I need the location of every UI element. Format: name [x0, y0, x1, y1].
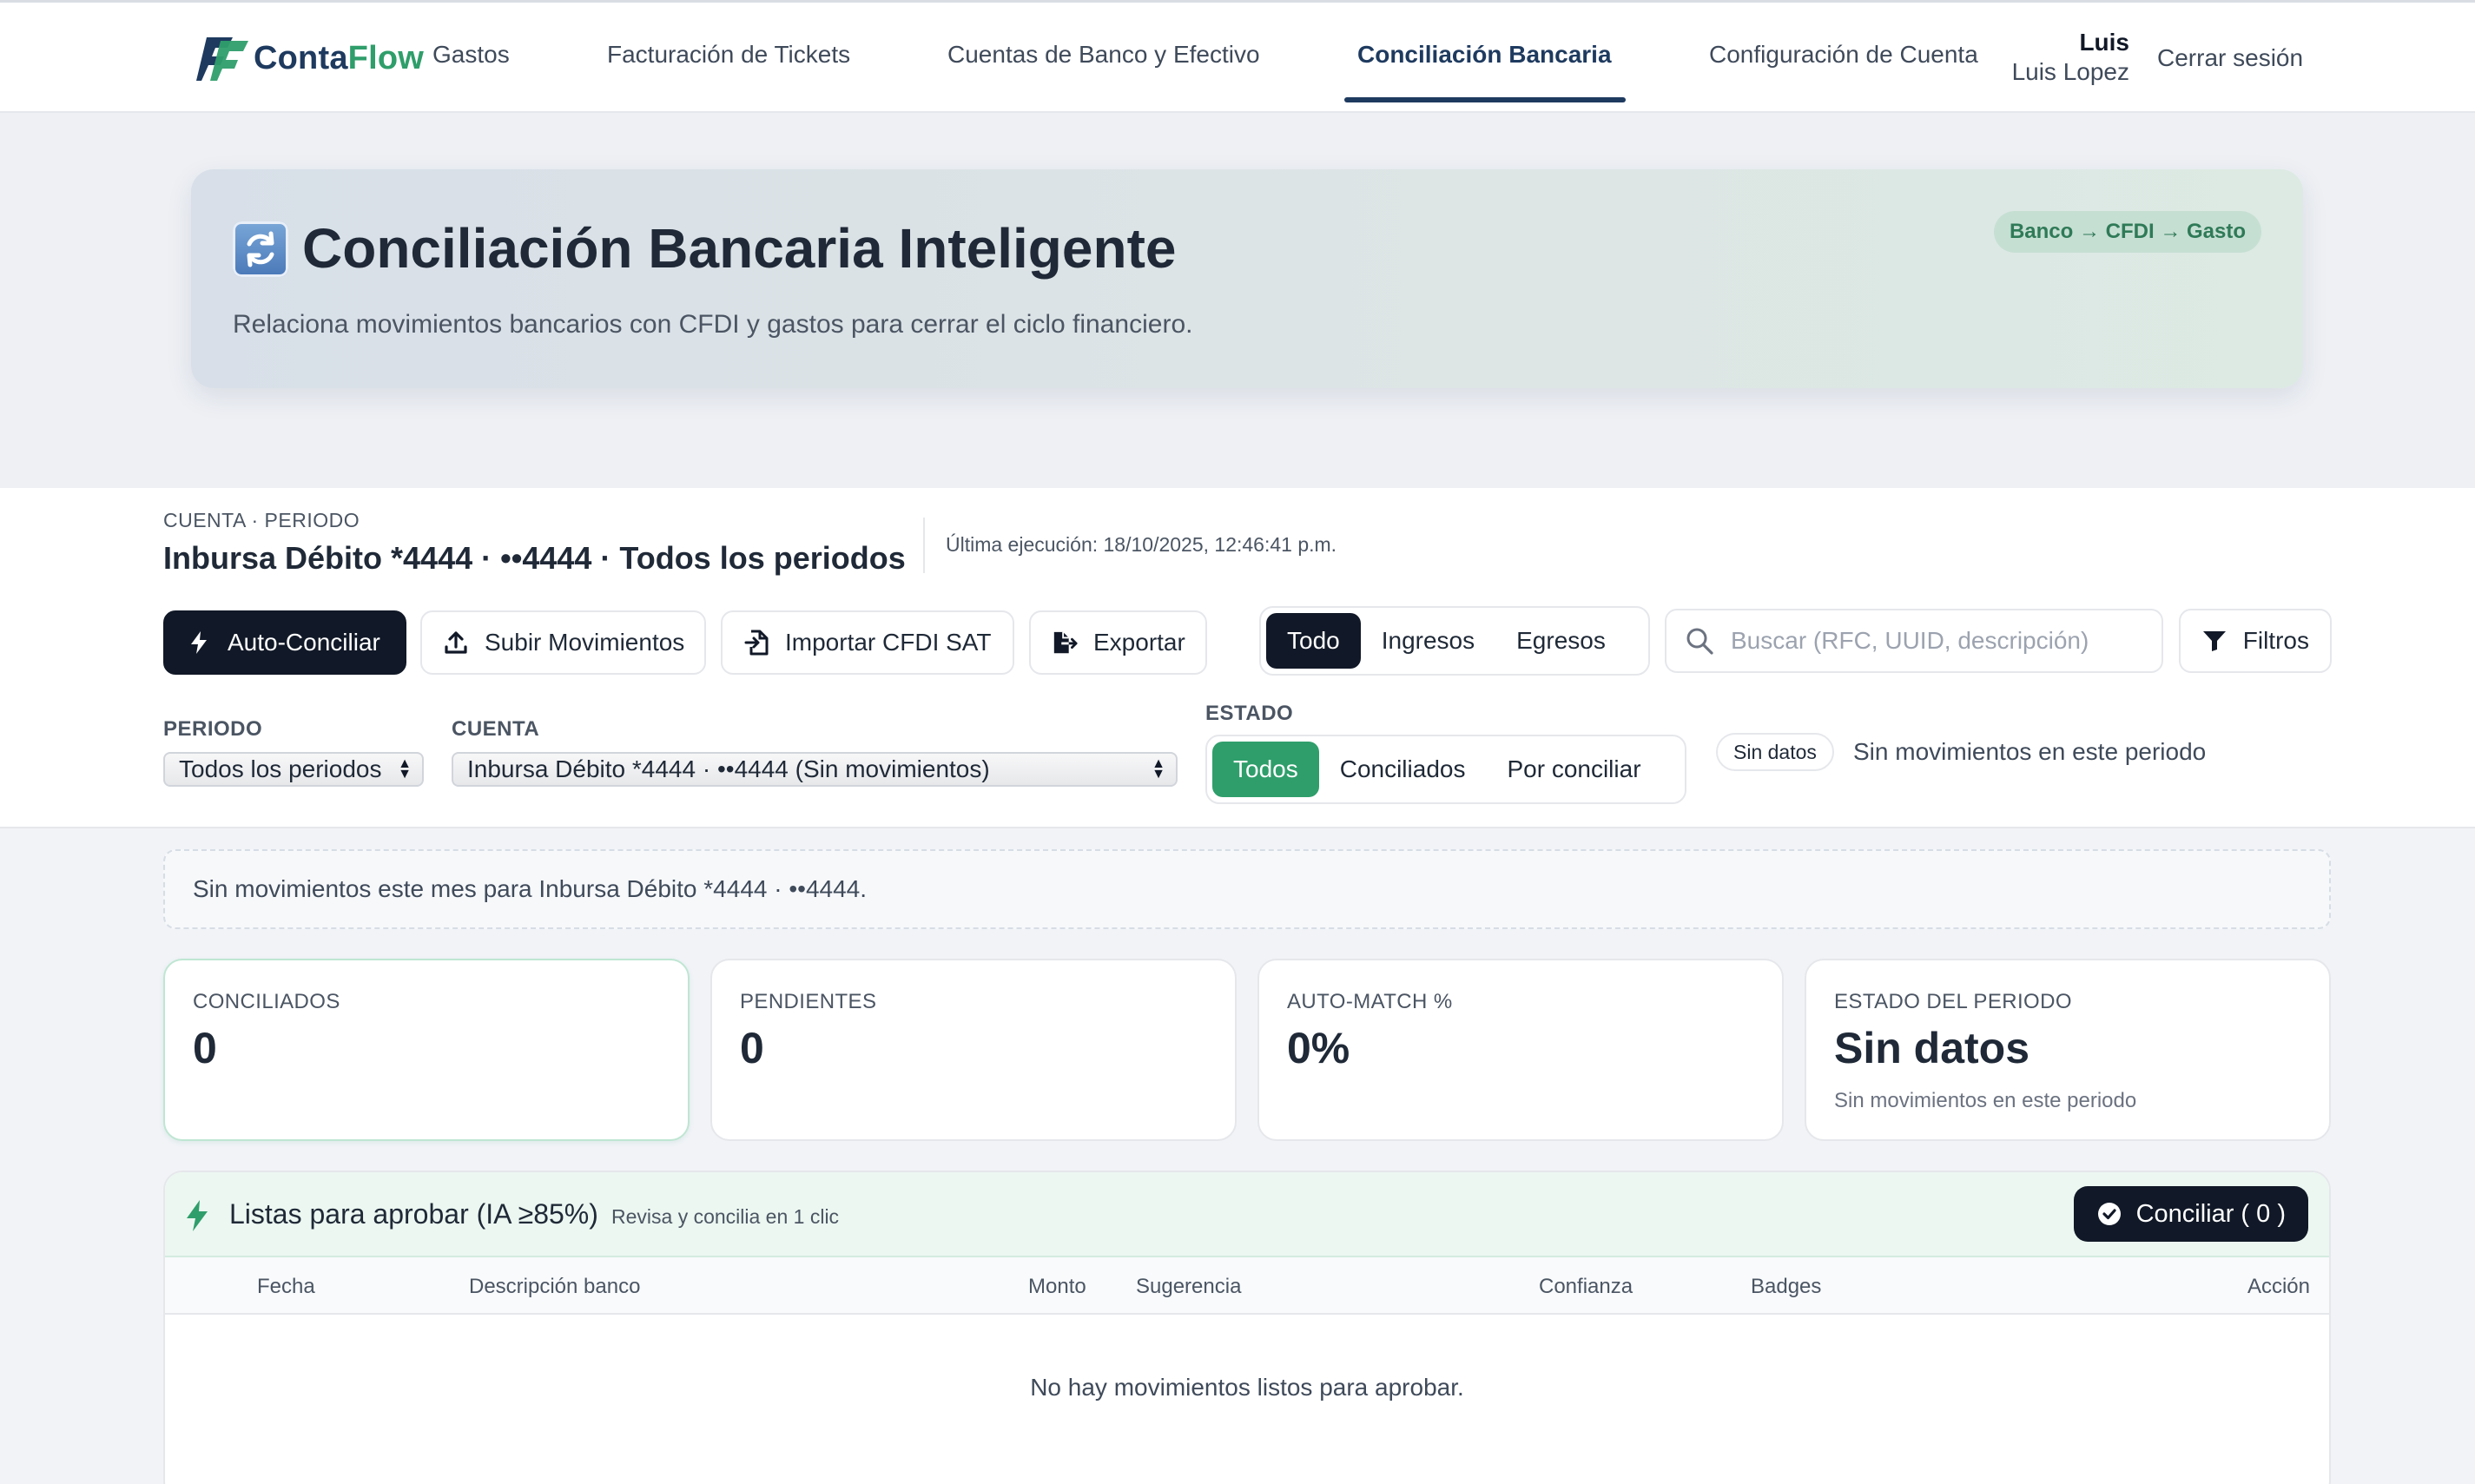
- status-badge: Sin datos: [1716, 733, 1834, 771]
- estado-filter-por-conciliar[interactable]: Por conciliar: [1486, 742, 1661, 797]
- column-header-descripcion[interactable]: Descripción banco: [469, 1275, 640, 1299]
- search-box: [1665, 609, 2163, 673]
- cuenta-select-value: Inbursa Débito *4444 · ••4444 (Sin movim…: [467, 755, 990, 782]
- nav-facturacion-tickets[interactable]: Facturación de Tickets: [607, 41, 850, 69]
- bolt-icon: [184, 1198, 214, 1233]
- stat-label: PENDIENTES: [740, 990, 877, 1013]
- filter-icon: [2201, 628, 2228, 654]
- cuenta-label: CUENTA: [452, 717, 540, 741]
- type-filter-ingresos[interactable]: Ingresos: [1361, 613, 1495, 669]
- stat-label: CONCILIADOS: [193, 990, 340, 1013]
- user-first-name: Luis: [2079, 29, 2129, 56]
- type-filter-egresos[interactable]: Egresos: [1495, 613, 1627, 669]
- top-navigation: ContaFlow Gastos Facturación de Tickets …: [0, 0, 2475, 113]
- page-subtitle: Relaciona movimientos bancarios con CFDI…: [233, 310, 1193, 339]
- nav-gastos[interactable]: Gastos: [432, 41, 510, 69]
- periodo-select-value: Todos los periodos: [179, 755, 382, 782]
- stat-value: 0: [193, 1024, 217, 1072]
- stat-label: ESTADO DEL PERIODO: [1834, 990, 2072, 1013]
- exportar-button[interactable]: Exportar: [1029, 610, 1207, 675]
- select-arrows-icon: ▲ ▼: [1152, 756, 1165, 782]
- status-text: Sin movimientos en este periodo: [1853, 738, 2207, 765]
- divider: [923, 518, 925, 573]
- account-period-title: Inbursa Débito *4444 · ••4444 · Todos lo…: [163, 540, 906, 576]
- stat-card-pendientes: PENDIENTES 0: [710, 959, 1237, 1141]
- stat-value: 0%: [1287, 1024, 1350, 1072]
- stat-label: AUTO-MATCH %: [1287, 990, 1453, 1013]
- table-header: Fecha Descripción banco Monto Sugerencia…: [165, 1257, 2329, 1315]
- subir-movimientos-button[interactable]: Subir Movimientos: [420, 610, 706, 675]
- logout-link[interactable]: Cerrar sesión: [2157, 44, 2303, 72]
- check-circle-icon: [2096, 1201, 2122, 1227]
- filtros-label: Filtros: [2242, 627, 2309, 654]
- stat-value: Sin datos: [1834, 1024, 2030, 1072]
- nav-conciliacion-bancaria[interactable]: Conciliación Bancaria: [1357, 41, 1612, 69]
- type-filter: Todo Ingresos Egresos: [1259, 606, 1650, 676]
- search-icon: [1684, 625, 1715, 656]
- hero-card: Conciliación Bancaria Inteligente Relaci…: [191, 169, 2303, 388]
- ready-to-approve-panel: Listas para aprobar (IA ≥85%) Revisa y c…: [163, 1171, 2331, 1484]
- importar-cfdi-label: Importar CFDI SAT: [785, 629, 992, 656]
- ready-panel-subtitle: Revisa y concilia en 1 clic: [611, 1205, 840, 1228]
- stat-card-estado-periodo: ESTADO DEL PERIODO Sin datos Sin movimie…: [1805, 959, 2331, 1141]
- flow-badge: Banco → CFDI → Gasto: [1993, 211, 2261, 253]
- empty-table-message: No hay movimientos listos para aprobar.: [1030, 1374, 1464, 1401]
- file-import-icon: [743, 630, 769, 656]
- file-export-icon: [1052, 630, 1078, 656]
- empty-period-notice: Sin movimientos este mes para Inbursa Dé…: [163, 849, 2331, 929]
- ready-panel-title: Listas para aprobar (IA ≥85%): [229, 1198, 598, 1230]
- search-input[interactable]: [1731, 627, 2148, 655]
- column-header-sugerencia[interactable]: Sugerencia: [1136, 1275, 1241, 1299]
- periodo-select[interactable]: Todos los periodos ▲ ▼: [163, 752, 424, 787]
- auto-conciliar-button[interactable]: Auto-Conciliar: [163, 610, 406, 675]
- type-filter-todo[interactable]: Todo: [1266, 613, 1361, 669]
- exportar-label: Exportar: [1093, 629, 1185, 656]
- nav-configuracion-cuenta[interactable]: Configuración de Cuenta: [1709, 41, 1978, 69]
- column-header-accion[interactable]: Acción: [2247, 1275, 2310, 1299]
- logo-text: ContaFlow: [254, 39, 424, 76]
- column-header-confianza[interactable]: Confianza: [1539, 1275, 1633, 1299]
- refresh-icon: [233, 221, 288, 277]
- ready-panel-header: Listas para aprobar (IA ≥85%) Revisa y c…: [165, 1172, 2329, 1257]
- stat-card-conciliados: CONCILIADOS 0: [163, 959, 690, 1141]
- page-title: Conciliación Bancaria Inteligente: [302, 217, 1177, 280]
- nav-cuentas-banco[interactable]: Cuentas de Banco y Efectivo: [947, 41, 1260, 69]
- active-tab-indicator: [1344, 97, 1626, 102]
- stat-card-auto-match: AUTO-MATCH % 0%: [1257, 959, 1784, 1141]
- last-run-timestamp: Última ejecución: 18/10/2025, 12:46:41 p…: [946, 533, 1337, 556]
- estado-filter: Todos Conciliados Por conciliar: [1205, 735, 1686, 804]
- periodo-label: PERIODO: [163, 717, 263, 741]
- user-full-name: Luis Lopez: [2011, 58, 2129, 85]
- estado-filter-conciliados[interactable]: Conciliados: [1319, 742, 1487, 797]
- conciliar-button-label: Conciliar ( 0 ): [2135, 1199, 2286, 1228]
- auto-conciliar-label: Auto-Conciliar: [228, 629, 380, 656]
- importar-cfdi-button[interactable]: Importar CFDI SAT: [721, 610, 1014, 675]
- stat-value: 0: [740, 1024, 764, 1072]
- cuenta-select[interactable]: Inbursa Débito *4444 · ••4444 (Sin movim…: [452, 752, 1178, 787]
- column-header-fecha[interactable]: Fecha: [257, 1275, 315, 1299]
- conciliar-button[interactable]: Conciliar ( 0 ): [2073, 1186, 2308, 1242]
- column-header-badges[interactable]: Badges: [1751, 1275, 1821, 1299]
- estado-label: ESTADO: [1205, 702, 1294, 725]
- filtros-button[interactable]: Filtros: [2179, 609, 2332, 673]
- upload-icon: [443, 630, 469, 656]
- logo-icon: [196, 37, 248, 81]
- bolt-icon: [186, 630, 212, 656]
- account-period-label: CUENTA · PERIODO: [163, 509, 360, 531]
- subir-movimientos-label: Subir Movimientos: [485, 629, 685, 656]
- stat-sub: Sin movimientos en este periodo: [1834, 1089, 2137, 1112]
- contaflow-logo[interactable]: ContaFlow: [195, 32, 424, 84]
- column-header-monto[interactable]: Monto: [1028, 1275, 1086, 1299]
- select-arrows-icon: ▲ ▼: [398, 756, 412, 782]
- estado-filter-todos[interactable]: Todos: [1212, 742, 1319, 797]
